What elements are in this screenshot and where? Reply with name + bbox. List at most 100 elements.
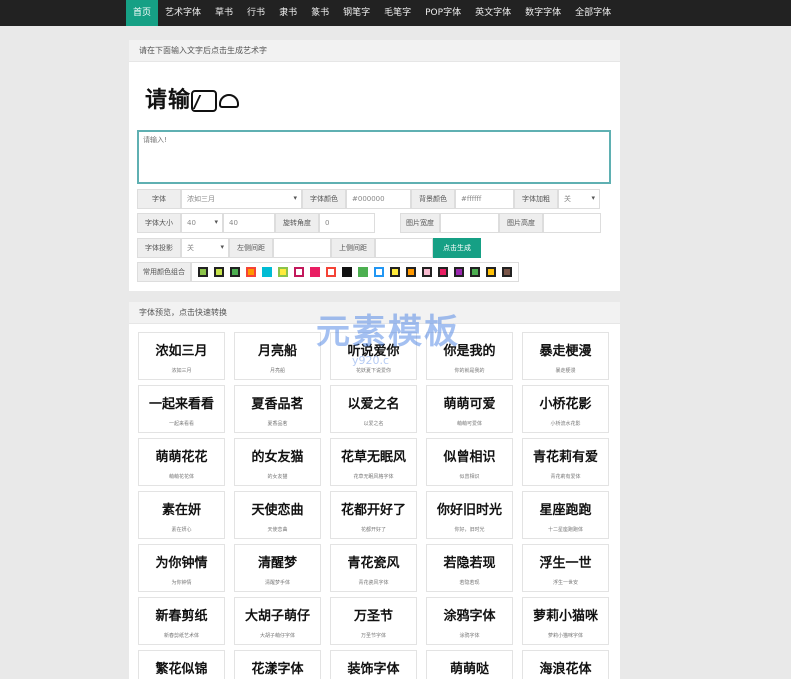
color-swatch[interactable] — [214, 267, 224, 277]
nav-item[interactable]: 英文字体 — [468, 0, 518, 26]
color-swatch[interactable] — [278, 267, 288, 277]
font-card-art: 涂鸦字体 — [443, 609, 496, 624]
color-swatch[interactable] — [230, 267, 240, 277]
font-preview-header: 字体预览，点击快速转换 — [129, 302, 620, 324]
font-card[interactable]: 萌萌可爱 萌萌可爱体 — [426, 385, 513, 433]
nav-item[interactable]: 篆书 — [304, 0, 336, 26]
font-label: 字体 — [137, 189, 181, 209]
font-card[interactable]: 装饰字体装饰字体 — [330, 650, 417, 679]
font-card[interactable]: 萝莉小猫咪 萝莉小猫咪字体 — [522, 597, 609, 645]
nav-item[interactable]: 毛笔字 — [377, 0, 418, 26]
font-card[interactable]: 你好旧时光 你好，旧时光 — [426, 491, 513, 539]
font-card[interactable]: 浓如三月 浓如三月 — [138, 332, 225, 380]
nav-item[interactable]: 行书 — [240, 0, 272, 26]
color-swatch[interactable] — [294, 267, 304, 277]
font-card[interactable]: 万圣节 万圣节字体 — [330, 597, 417, 645]
nav-item[interactable]: 数字字体 — [518, 0, 568, 26]
font-card[interactable]: 暴走梗漫 暴走梗漫 — [522, 332, 609, 380]
color-swatch[interactable] — [326, 267, 336, 277]
font-card[interactable]: 繁花似锦繁花似锦 — [138, 650, 225, 679]
top-spacing-input[interactable] — [375, 238, 433, 258]
font-card[interactable]: 月亮船 月亮船 — [234, 332, 321, 380]
color-swatch[interactable] — [310, 267, 320, 277]
font-card-art: 萝莉小猫咪 — [532, 609, 598, 624]
size-input[interactable]: 40 — [223, 213, 275, 233]
generator-header: 请在下面输入文字后点击生成艺术字 — [129, 40, 620, 62]
font-card[interactable]: 的女友猫 的女友猫 — [234, 438, 321, 486]
nav-item[interactable]: 艺术字体 — [158, 0, 208, 26]
font-card-art: 清醒梦 — [257, 556, 297, 571]
nav-item[interactable]: 首页 — [126, 0, 159, 26]
form-row-3: 字体投影 关 左侧间距 上侧间距 点击生成 — [137, 238, 481, 258]
color-swatch[interactable] — [454, 267, 464, 277]
font-card[interactable]: 涂鸦字体 涂鸦字体 — [426, 597, 513, 645]
color-input[interactable]: #000000 — [346, 189, 411, 209]
color-swatch[interactable] — [438, 267, 448, 277]
color-swatch[interactable] — [342, 267, 352, 277]
font-card[interactable]: 新春剪纸 新春剪纸艺术体 — [138, 597, 225, 645]
font-card-art: 小桥花影 — [539, 397, 592, 412]
font-card[interactable]: 浮生一世 浮生一世安 — [522, 544, 609, 592]
font-card[interactable]: 以爱之名 以爱之名 — [330, 385, 417, 433]
generate-button[interactable]: 点击生成 — [433, 238, 481, 258]
font-card[interactable]: 似曾相识 似曾相识 — [426, 438, 513, 486]
font-card-art: 暴走梗漫 — [539, 344, 592, 359]
font-card[interactable]: 清醒梦 清醒梦手体 — [234, 544, 321, 592]
left-spacing-input[interactable] — [273, 238, 331, 258]
color-swatch[interactable] — [374, 267, 384, 277]
font-card[interactable]: 花草无眠风 花草无眠风格字体 — [330, 438, 417, 486]
color-swatch[interactable] — [246, 267, 256, 277]
font-card-art: 海浪花体 — [539, 662, 592, 677]
height-input[interactable] — [543, 213, 601, 233]
font-card[interactable]: 夏香品茗 夏香品茗 — [234, 385, 321, 433]
font-card[interactable]: 星座跑跑 十二星座跑跑体 — [522, 491, 609, 539]
size-select[interactable]: 40 — [181, 213, 223, 233]
rotate-input[interactable]: 0 — [319, 213, 375, 233]
color-swatch[interactable] — [262, 267, 272, 277]
font-card[interactable]: 萌萌哒萌萌哒 — [426, 650, 513, 679]
color-swatch[interactable] — [406, 267, 416, 277]
color-swatch[interactable] — [486, 267, 496, 277]
font-select[interactable]: 浓如三月 — [181, 189, 302, 209]
color-swatch[interactable] — [358, 267, 368, 277]
nav-item[interactable]: 草书 — [208, 0, 240, 26]
font-card-art: 萌萌花花 — [155, 450, 208, 465]
bold-select[interactable]: 关 — [558, 189, 600, 209]
font-card[interactable]: 天使恋曲 天使恋曲 — [234, 491, 321, 539]
color-swatch[interactable] — [198, 267, 208, 277]
font-card[interactable]: 素在妍 素在妍心 — [138, 491, 225, 539]
nav-item[interactable]: 钢笔字 — [336, 0, 377, 26]
font-card-art: 花都开好了 — [340, 503, 406, 518]
font-card-art: 繁花似锦 — [155, 662, 208, 677]
font-card-caption: 以爱之名 — [363, 421, 384, 427]
font-card[interactable]: 若隐若现 若隐若现 — [426, 544, 513, 592]
color-swatch[interactable] — [422, 267, 432, 277]
nav-item[interactable]: 全部字体 — [568, 0, 618, 26]
font-card[interactable]: 听说爱你 花妖夏下说爱你 — [330, 332, 417, 380]
font-card[interactable]: 为你钟情 为你钟情 — [138, 544, 225, 592]
bg-color-input[interactable]: #ffffff — [455, 189, 514, 209]
nav-item[interactable]: 隶书 — [272, 0, 304, 26]
font-card[interactable]: 萌萌花花 萌萌花花体 — [138, 438, 225, 486]
color-swatch[interactable] — [502, 267, 512, 277]
font-card[interactable]: 大胡子萌仔 大胡子萌仔字体 — [234, 597, 321, 645]
font-card[interactable]: 青花莉有爱 青花莉有爱体 — [522, 438, 609, 486]
color-swatch[interactable] — [470, 267, 480, 277]
text-input[interactable] — [137, 130, 611, 184]
font-card-art: 浮生一世 — [539, 556, 592, 571]
shadow-select[interactable]: 关 — [181, 238, 229, 258]
font-card-caption: 素在妍心 — [171, 527, 192, 533]
font-card[interactable]: 花漾字体花漾字体 — [234, 650, 321, 679]
font-card[interactable]: 小桥花影 小桥流水花影 — [522, 385, 609, 433]
color-swatch[interactable] — [390, 267, 400, 277]
width-input[interactable] — [440, 213, 499, 233]
font-card[interactable]: 海浪花体海浪花体 — [522, 650, 609, 679]
font-card[interactable]: 花都开好了 花都开好了 — [330, 491, 417, 539]
font-card-caption: 若隐若现 — [459, 580, 480, 586]
font-card[interactable]: 一起来看看 一起来看看 — [138, 385, 225, 433]
font-card[interactable]: 你是我的 你的就是我的 — [426, 332, 513, 380]
font-card[interactable]: 青花瓷风 青花瓷风字体 — [330, 544, 417, 592]
font-card-caption: 浓如三月 — [171, 368, 192, 374]
font-card-caption: 花妖夏下说爱你 — [355, 368, 391, 374]
nav-item[interactable]: POP字体 — [418, 0, 468, 26]
